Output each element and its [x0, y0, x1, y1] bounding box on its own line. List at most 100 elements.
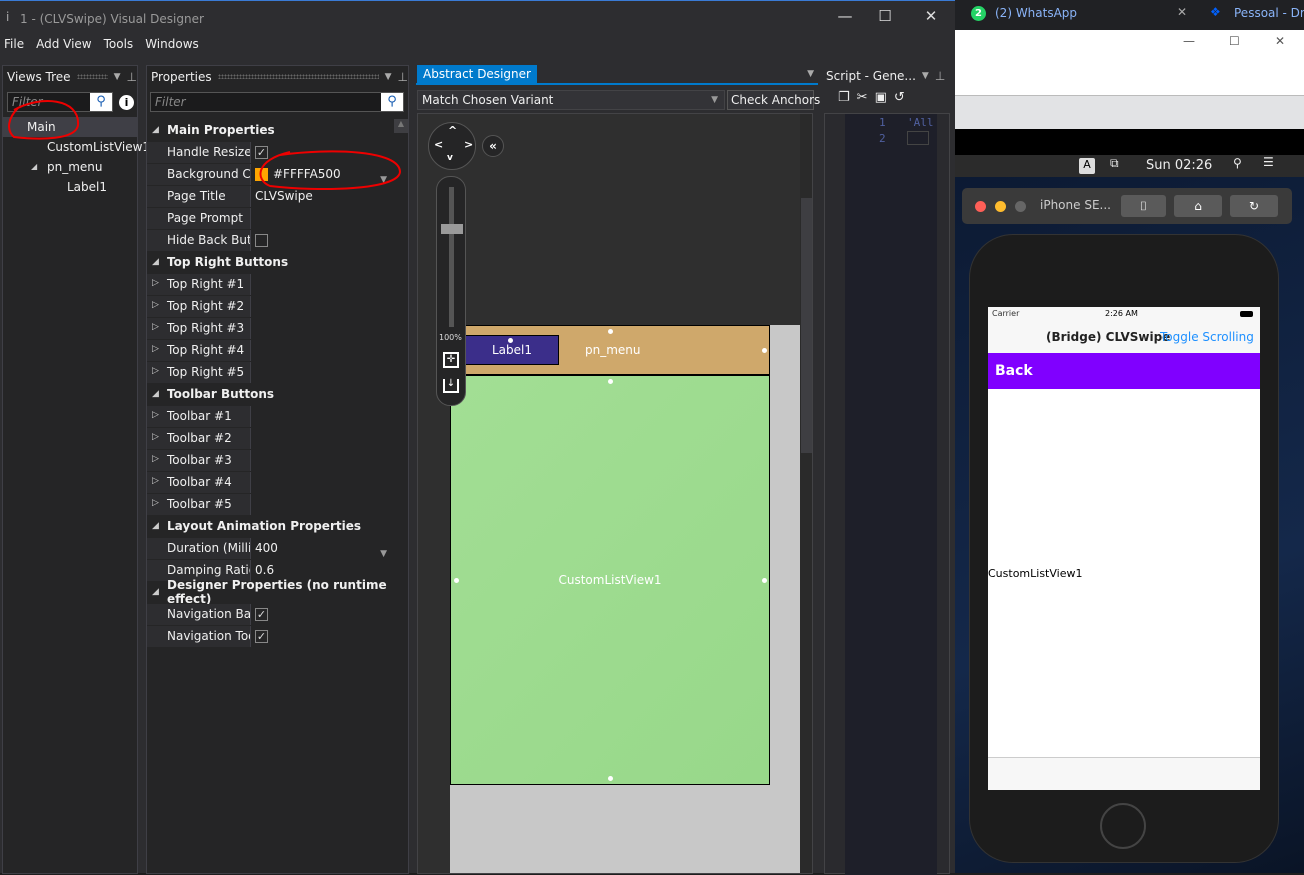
zoom-slider-track[interactable] — [449, 187, 454, 327]
property-row[interactable]: Background Color#FFFFA500▼ — [147, 163, 393, 185]
property-row[interactable]: ▷ Top Right #3 — [147, 317, 393, 339]
property-row[interactable]: ▷ Top Right #1 — [147, 273, 393, 295]
property-value-cell[interactable] — [251, 405, 393, 427]
pin-icon[interactable]: ⊥ — [935, 69, 945, 83]
screenshot-button[interactable]: ⌷ — [1121, 195, 1166, 217]
property-row[interactable]: Page Prompt — [147, 207, 393, 229]
collapse-icon[interactable]: ◢ — [152, 389, 159, 399]
property-value-cell[interactable] — [251, 471, 393, 493]
property-value-cell[interactable] — [251, 427, 393, 449]
property-row[interactable]: ▷ Top Right #4 — [147, 339, 393, 361]
copy-icon[interactable]: ❐ — [838, 90, 850, 105]
tree-item-label1[interactable]: Label1 — [3, 177, 137, 197]
property-value-cell[interactable]: ✓ — [251, 625, 393, 647]
maximize-button[interactable]: ☐ — [872, 7, 898, 29]
expand-icon[interactable]: ◢ — [31, 157, 37, 177]
expand-icon[interactable]: ▷ — [152, 366, 159, 376]
undo-icon[interactable]: ↺ — [894, 90, 905, 105]
property-value-cell[interactable] — [251, 449, 393, 471]
menu-file[interactable]: File — [4, 37, 24, 57]
tree-item-main[interactable]: Main — [3, 117, 137, 137]
tree-item-customlistview1[interactable]: CustomListView1 — [3, 137, 150, 157]
display-icon[interactable]: ⧉ — [1110, 156, 1119, 171]
expand-icon[interactable]: ▷ — [152, 410, 159, 420]
property-row[interactable]: Duration (Millise...400▼ — [147, 537, 393, 559]
collapse-icon[interactable]: « — [482, 135, 504, 157]
minimize-button[interactable]: — — [1183, 34, 1195, 48]
notification-center-icon[interactable]: ☰ — [1263, 155, 1274, 169]
designer-canvas[interactable]: Label1 pn_menu CustomListView1 ^ < > v «… — [417, 113, 813, 874]
property-category[interactable]: ◢ Top Right Buttons — [147, 251, 393, 273]
property-value-cell[interactable] — [251, 295, 393, 317]
cut-icon[interactable]: ✂ — [857, 90, 868, 105]
search-icon[interactable]: ⚲ — [90, 93, 112, 111]
tab-abstract-designer[interactable]: Abstract Designer — [417, 65, 537, 83]
property-category[interactable]: ◢ Layout Animation Properties — [147, 515, 393, 537]
property-row[interactable]: Hide Back Button — [147, 229, 393, 251]
minimize-traffic-light[interactable] — [995, 201, 1006, 212]
checkbox[interactable]: ✓ — [255, 145, 268, 159]
resize-handle[interactable] — [762, 578, 767, 583]
property-row[interactable]: ▷ Toolbar #2 — [147, 427, 393, 449]
menu-tools[interactable]: Tools — [104, 37, 134, 57]
dropdown-icon[interactable]: ▼ — [385, 72, 392, 82]
scroll-up-button[interactable]: ▲ — [394, 119, 408, 133]
property-value-cell[interactable] — [251, 273, 393, 295]
property-value-cell[interactable]: #FFFFA500 ▼ — [251, 163, 393, 185]
menu-add-view[interactable]: Add View — [36, 37, 92, 57]
resize-handle[interactable] — [608, 776, 613, 781]
close-button[interactable]: ✕ — [1275, 34, 1285, 48]
pan-right-icon[interactable]: > — [464, 138, 473, 151]
zoom-traffic-light[interactable] — [1015, 201, 1026, 212]
collapse-icon[interactable]: ◢ — [152, 125, 159, 135]
property-row[interactable]: ▷ Toolbar #3 — [147, 449, 393, 471]
resize-handle[interactable] — [608, 329, 613, 334]
property-value[interactable]: CLVSwipe — [255, 189, 313, 203]
home-button[interactable]: ⌂ — [1174, 195, 1222, 217]
minimize-button[interactable]: — — [832, 7, 858, 29]
pan-control[interactable]: ^ < > v — [428, 122, 476, 170]
fit-to-screen-icon[interactable]: ✛ — [443, 352, 459, 368]
property-value-cell[interactable] — [251, 493, 393, 515]
property-row[interactable]: Navigation Bar Vi... ✓ — [147, 603, 393, 625]
checkbox[interactable] — [255, 233, 268, 247]
checkbox[interactable]: ✓ — [255, 607, 268, 621]
maximize-button[interactable]: ☐ — [1229, 34, 1240, 48]
tab-dropbox[interactable]: Pessoal - Dro — [1234, 6, 1304, 20]
paste-icon[interactable]: ▣ — [875, 90, 887, 105]
check-anchors-button[interactable]: Check Anchors — [727, 90, 820, 110]
property-value-cell[interactable] — [251, 339, 393, 361]
property-value-cell[interactable] — [251, 361, 393, 383]
expand-icon[interactable]: ▷ — [152, 432, 159, 442]
property-value-cell[interactable]: CLVSwipe — [251, 185, 393, 207]
drag-grip[interactable] — [76, 74, 108, 79]
checkbox[interactable]: ✓ — [255, 629, 268, 643]
zoom-slider-thumb[interactable] — [441, 224, 463, 234]
scrollbar-thumb[interactable] — [801, 198, 812, 453]
property-value-cell[interactable]: ✓ — [251, 141, 393, 163]
property-category[interactable]: ◢ Designer Properties (no runtime effect) — [147, 578, 393, 606]
property-value[interactable]: 0.6 — [255, 563, 274, 577]
expand-icon[interactable]: ▷ — [152, 278, 159, 288]
search-icon[interactable]: ⚲ — [381, 93, 403, 111]
info-icon[interactable]: i — [119, 95, 134, 110]
property-row[interactable]: Page Title CLVSwipe — [147, 185, 393, 207]
properties-filter-input[interactable]: Filter ⚲ — [150, 92, 404, 112]
resize-handle[interactable] — [454, 578, 459, 583]
tab-dropdown-icon[interactable]: ▼ — [807, 69, 814, 79]
resize-handle[interactable] — [762, 348, 767, 353]
property-category[interactable]: ◢ Toolbar Buttons — [147, 383, 393, 405]
pn-menu-panel[interactable]: Label1 pn_menu — [450, 325, 770, 375]
property-value[interactable]: #FFFFA500 — [273, 167, 341, 181]
expand-icon[interactable]: ▷ — [152, 344, 159, 354]
collapse-icon[interactable]: ◢ — [152, 587, 159, 597]
close-traffic-light[interactable] — [975, 201, 986, 212]
property-value-cell[interactable] — [251, 229, 393, 251]
tree-item-pn-menu[interactable]: ◢ pn_menu — [3, 157, 137, 177]
drag-grip[interactable] — [217, 74, 379, 79]
expand-icon[interactable]: ▷ — [152, 300, 159, 310]
property-row[interactable]: ▷ Toolbar #1 — [147, 405, 393, 427]
back-button[interactable]: Back — [988, 353, 1260, 389]
property-row[interactable]: Handle Resize Ev... ✓ — [147, 141, 393, 163]
toggle-scrolling-button[interactable]: Toggle Scrolling — [1160, 330, 1254, 344]
